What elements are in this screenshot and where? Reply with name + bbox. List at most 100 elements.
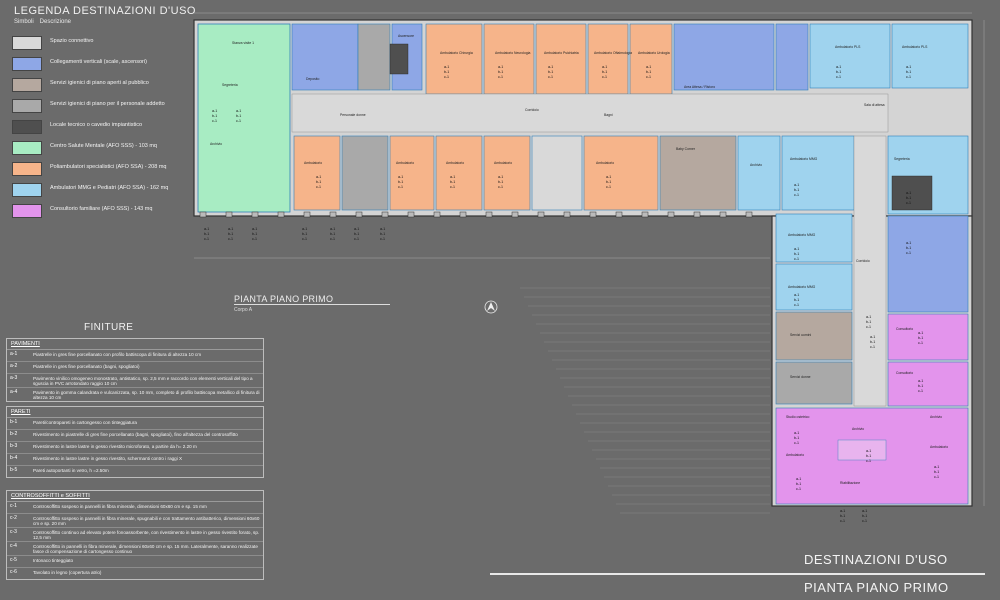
finish-tag: c-1 — [794, 441, 799, 445]
room-label: Servizi donne — [790, 375, 811, 379]
finish-tag: b-1 — [212, 114, 217, 118]
finish-tag: c-1 — [646, 75, 651, 79]
corridor-main — [291, 93, 889, 133]
zone-wc-right — [775, 311, 853, 361]
zone-tech-top — [389, 43, 409, 75]
zone-wc-public-bot — [659, 135, 737, 211]
finish-tag: b-1 — [398, 180, 403, 184]
facade-pier — [537, 211, 545, 218]
finish-tag: b-1 — [862, 514, 867, 518]
finish-tag: a-1 — [330, 227, 335, 231]
finish-tag: c-1 — [862, 519, 867, 523]
finish-tag: b-1 — [444, 70, 449, 74]
finish-tag: b-1 — [450, 180, 455, 184]
room-label: Stanza visite 1 — [232, 41, 254, 45]
finish-tag: a-1 — [548, 65, 553, 69]
zone-stair-left — [291, 23, 359, 91]
finish-tag: a-1 — [646, 65, 651, 69]
room-label: Ambulatorio — [930, 445, 948, 449]
room-label: Ambulatorio — [304, 161, 322, 165]
zone-mmg-r4 — [775, 213, 853, 263]
finish-tag: a-1 — [870, 335, 875, 339]
finish-tag: b-1 — [866, 454, 871, 458]
finish-tag: c-1 — [794, 303, 799, 307]
finish-tag: b-1 — [866, 320, 871, 324]
finish-tag: a-1 — [212, 109, 217, 113]
facade-pier — [485, 211, 493, 218]
room-label: Studio ostetrico — [786, 415, 809, 419]
room-label: Deposito — [306, 77, 319, 81]
room-label: Ambulatorio Oftalmologia — [594, 51, 632, 55]
finish-tag: c-1 — [498, 75, 503, 79]
facade-pier — [329, 211, 337, 218]
zone-tech-right — [891, 175, 933, 211]
finish-tag: a-1 — [866, 449, 871, 453]
finish-tag: b-1 — [606, 180, 611, 184]
finish-tag: a-1 — [918, 379, 923, 383]
finish-tag: b-1 — [906, 246, 911, 250]
finish-tag: b-1 — [380, 232, 385, 236]
zone-poli-bot-1 — [293, 135, 341, 211]
finish-tag: a-1 — [866, 315, 871, 319]
facade-pier — [719, 211, 727, 218]
zone-poli-top-3 — [535, 23, 587, 95]
room-label: Ambulatorio Chirurgia — [440, 51, 473, 55]
finish-tag: c-1 — [796, 487, 801, 491]
facade-pier — [459, 211, 467, 218]
finish-tag: b-1 — [796, 482, 801, 486]
corridor-right — [853, 135, 887, 407]
zone-poli-bot-3 — [435, 135, 483, 211]
corridor-consultorio — [837, 439, 887, 461]
room-label: Ambulatorio — [786, 453, 804, 457]
facade-pier — [251, 211, 259, 218]
finish-tag: a-1 — [918, 331, 923, 335]
finish-tag: b-1 — [548, 70, 553, 74]
finish-tag: c-1 — [866, 459, 871, 463]
facade-pier — [303, 211, 311, 218]
finish-tag: c-1 — [918, 341, 923, 345]
atrium-hatching — [520, 287, 770, 514]
facade-pier — [563, 211, 571, 218]
finish-tag: b-1 — [302, 232, 307, 236]
room-label: Consultorio — [896, 371, 913, 375]
floor-plan: Stanza visite 1 Segreteria Archivio Ascenso… — [193, 12, 985, 523]
finish-tag: b-1 — [646, 70, 651, 74]
finish-tag: a-1 — [444, 65, 449, 69]
zone-poli-top-1 — [425, 23, 483, 95]
finish-tag: b-1 — [836, 70, 841, 74]
facade-pier — [745, 211, 753, 218]
finish-tag: a-1 — [794, 247, 799, 251]
finish-tag: b-1 — [906, 196, 911, 200]
finish-tag: c-1 — [498, 185, 503, 189]
finish-tag: b-1 — [934, 470, 939, 474]
finish-tag: c-1 — [204, 237, 209, 241]
finish-tag: c-1 — [330, 237, 335, 241]
finish-tag: b-1 — [794, 252, 799, 256]
finish-tag: b-1 — [236, 114, 241, 118]
facade-pier — [511, 211, 519, 218]
finish-tag: c-1 — [840, 519, 845, 523]
zone-mmg-r1 — [737, 135, 781, 211]
room-label: Ambulatorio Neurologia — [495, 51, 531, 55]
finish-tag: b-1 — [794, 298, 799, 302]
finish-tag: c-1 — [870, 345, 875, 349]
finish-tag: a-1 — [796, 477, 801, 481]
zone-elevator-right — [775, 23, 809, 91]
finish-tag: b-1 — [918, 336, 923, 340]
finish-tag: b-1 — [498, 70, 503, 74]
finish-tag: c-1 — [398, 185, 403, 189]
room-label: Personale donne — [340, 113, 366, 117]
zone-stair-right — [887, 215, 969, 313]
finish-tag: b-1 — [840, 514, 845, 518]
finish-tag: a-1 — [794, 431, 799, 435]
finish-tag: a-1 — [836, 65, 841, 69]
finish-tag: c-1 — [934, 475, 939, 479]
finish-tag: b-1 — [602, 70, 607, 74]
zone-consultorio-1 — [887, 313, 969, 361]
facade-pier — [667, 211, 675, 218]
finish-tag: c-1 — [236, 119, 241, 123]
finish-tag: a-1 — [204, 227, 209, 231]
north-arrow — [484, 300, 498, 314]
room-label: Ambulatorio PLS — [835, 45, 861, 49]
finish-tag: c-1 — [316, 185, 321, 189]
